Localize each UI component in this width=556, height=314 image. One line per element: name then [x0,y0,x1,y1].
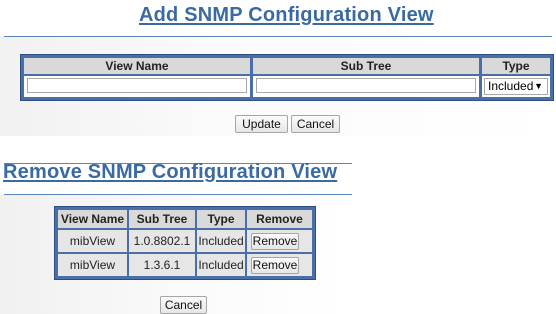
row2-remove-cell: Remove [247,254,312,276]
add-cancel-button[interactable]: Cancel [291,115,340,133]
row1-sub-tree: 1.0.8802.1 [129,230,195,252]
sub-tree-cell [253,76,479,97]
remove-cancel-button[interactable]: Cancel [160,296,207,314]
header-view-name: View Name [24,58,250,74]
remove-view-title: Remove SNMP Configuration View [3,161,338,183]
row1-remove-cell: Remove [247,230,312,252]
remove-view-table: View Name Sub Tree Type Remove mibView 1… [54,206,316,280]
add-view-table: View Name Sub Tree Type Included ▼ [20,54,554,101]
add-title-divider [4,36,552,37]
sub-tree-input[interactable] [256,78,476,93]
type-select[interactable]: Included ▼ [484,78,548,95]
remove-title-divider [4,194,352,195]
row1-type: Included [197,230,245,252]
update-button[interactable]: Update [235,115,288,133]
row2-sub-tree: 1.3.6.1 [129,254,195,276]
remove-header-type: Type [197,210,245,228]
remove-header-remove: Remove [247,210,312,228]
header-sub-tree: Sub Tree [253,58,479,74]
add-view-title: Add SNMP Configuration View [139,4,434,26]
row2-type: Included [197,254,245,276]
remove-header-sub-tree: Sub Tree [129,210,195,228]
row1-view-name: mibView [58,230,127,252]
type-select-value: Included [488,79,534,93]
view-name-input[interactable] [27,78,247,93]
remove-header-view-name: View Name [58,210,127,228]
view-name-cell [24,76,250,97]
row2-view-name: mibView [58,254,127,276]
type-cell: Included ▼ [482,76,550,97]
dropdown-arrow-icon: ▼ [534,81,543,91]
header-type: Type [482,58,550,74]
row1-remove-button[interactable]: Remove [251,233,299,250]
row2-remove-button[interactable]: Remove [251,257,299,274]
